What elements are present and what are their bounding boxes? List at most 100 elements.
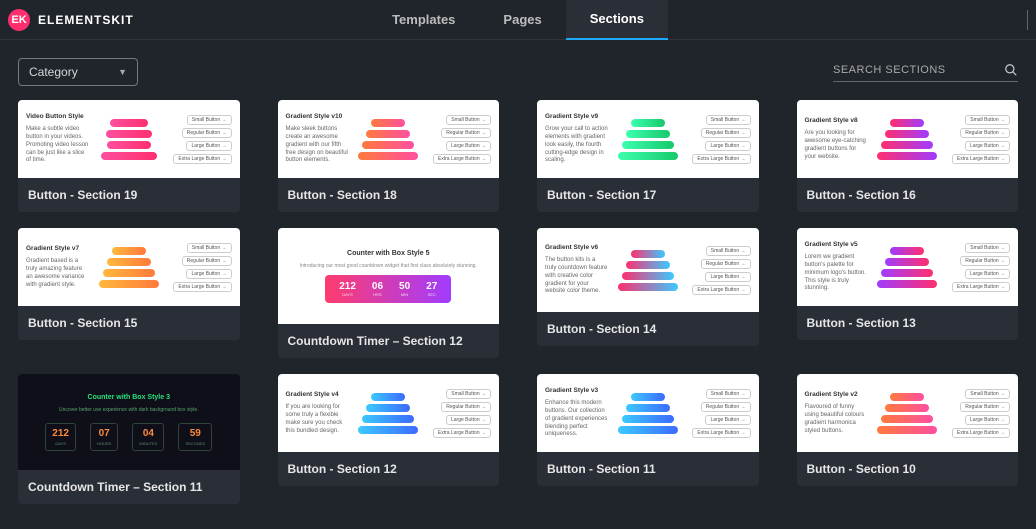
thumb-pills: [97, 247, 160, 288]
thumb-outline-btns: Small Button → Regular Button → Large Bu…: [168, 115, 231, 164]
pill-icon: [890, 393, 924, 401]
pill-icon: [626, 261, 670, 269]
outline-button: Regular Button →: [701, 402, 751, 412]
card-caption: Button - Section 12: [278, 452, 500, 486]
pill-icon: [106, 130, 152, 138]
tab-pages[interactable]: Pages: [479, 0, 565, 40]
brand-logo: EK ELEMENTSKIT: [0, 9, 134, 31]
thumb-desc: Are you looking for awesome eye-catching…: [805, 130, 868, 161]
pill-icon: [877, 280, 937, 288]
thumb-outline-btns: Small Button → Regular Button → Large Bu…: [687, 246, 750, 295]
thumb-pills: [616, 393, 679, 434]
thumb-title: Gradient Style v3: [545, 387, 608, 395]
outline-button: Extra Large Button →: [952, 428, 1010, 438]
pill-icon: [885, 258, 929, 266]
card-thumbnail: Gradient Style v7 Gradient based is a tr…: [18, 228, 240, 306]
pill-icon: [112, 247, 146, 255]
outline-button: Extra Large Button →: [433, 428, 491, 438]
countdown-hours: 06HRS: [372, 281, 383, 297]
thumb-pills: [876, 393, 939, 434]
pill-icon: [890, 119, 924, 127]
thumb-outline-btns: Small Button → Regular Button → Large Bu…: [947, 389, 1010, 438]
pill-icon: [881, 141, 933, 149]
thumb-pills: [616, 250, 679, 291]
outline-button: Small Button →: [965, 115, 1010, 125]
thumb-pills: [357, 393, 420, 434]
pill-icon: [631, 393, 665, 401]
pill-icon: [358, 426, 418, 434]
thumb-text: Gradient Style v8 Are you looking for aw…: [805, 117, 868, 162]
card-caption: Button - Section 14: [537, 312, 759, 346]
thumb-outline-btns: Small Button → Regular Button → Large Bu…: [168, 243, 231, 292]
thumb-desc: Grow your call to action elements with g…: [545, 126, 608, 165]
outline-button: Regular Button →: [441, 402, 491, 412]
thumb-text: Gradient Style v5 Lorem we gradient butt…: [805, 241, 868, 293]
thumb-pills: [616, 119, 679, 160]
logo-icon: EK: [8, 9, 30, 31]
card-button-section-18[interactable]: Gradient Style v10 Make sleek buttons cr…: [278, 100, 500, 212]
thumb-text: Gradient Style v2 Flavoured of funny usi…: [805, 391, 868, 436]
outline-button: Small Button →: [965, 389, 1010, 399]
thumb-outline-btns: Small Button → Regular Button → Large Bu…: [947, 243, 1010, 292]
tab-templates[interactable]: Templates: [368, 0, 479, 40]
card-countdown-timer-section-12[interactable]: Counter with Box Style 5 Introducing our…: [278, 228, 500, 358]
thumb-desc: Make sleek buttons create an awesome gra…: [286, 126, 349, 165]
thumb-desc: Flavoured of funny using beautiful colou…: [805, 404, 868, 435]
search-box[interactable]: [833, 63, 1018, 82]
thumb-title: Gradient Style v9: [545, 113, 608, 121]
topbar-right: [1027, 0, 1028, 40]
pill-icon: [881, 269, 933, 277]
countdown-wrap: Counter with Box Style 5 Introducing our…: [286, 250, 492, 303]
card-thumbnail: Counter with Box Style 3 Uncover better …: [18, 374, 240, 470]
thumb-text: Gradient Style v6 The button kits is a t…: [545, 244, 608, 296]
card-thumbnail: Gradient Style v10 Make sleek buttons cr…: [278, 100, 500, 178]
thumb-title: Counter with Box Style 5: [347, 250, 429, 257]
pill-icon: [618, 283, 678, 291]
divider-icon: [1027, 10, 1028, 30]
countdown-minutes: 04MINUTES: [132, 423, 164, 451]
thumb-desc: Uncover better use experience with dark …: [59, 407, 199, 413]
card-thumbnail: Gradient Style v6 The button kits is a t…: [537, 228, 759, 312]
countdown-box: 212DAYS 07HOURS 04MINUTES 59SECONDS: [45, 423, 212, 451]
card-button-section-12[interactable]: Gradient Style v4 If you are looking for…: [278, 374, 500, 486]
outline-button: Large Button →: [186, 141, 231, 151]
tab-sections[interactable]: Sections: [566, 0, 668, 40]
outline-button: Small Button →: [965, 243, 1010, 253]
thumb-title: Video Button Style: [26, 113, 89, 121]
thumb-desc: Enhance this modern buttons. Our collect…: [545, 400, 608, 439]
outline-button: Small Button →: [446, 389, 491, 399]
thumb-pills: [97, 119, 160, 160]
search-input[interactable]: [833, 64, 994, 76]
pill-icon: [99, 280, 159, 288]
outline-button: Regular Button →: [182, 128, 232, 138]
pill-icon: [618, 152, 678, 160]
card-caption: Button - Section 11: [537, 452, 759, 486]
card-button-section-17[interactable]: Gradient Style v9 Grow your call to acti…: [537, 100, 759, 212]
pill-icon: [631, 119, 665, 127]
outline-button: Large Button →: [965, 415, 1010, 425]
outline-button: Extra Large Button →: [692, 154, 750, 164]
thumb-title: Gradient Style v8: [805, 117, 868, 125]
outline-button: Extra Large Button →: [173, 282, 231, 292]
card-button-section-10[interactable]: Gradient Style v2 Flavoured of funny usi…: [797, 374, 1019, 486]
brand-name: ELEMENTSKIT: [38, 13, 134, 27]
pill-icon: [366, 130, 410, 138]
card-button-section-15[interactable]: Gradient Style v7 Gradient based is a tr…: [18, 228, 240, 340]
card-thumbnail: Gradient Style v9 Grow your call to acti…: [537, 100, 759, 178]
card-button-section-19[interactable]: Video Button Style Make a subtle video b…: [18, 100, 240, 212]
card-button-section-13[interactable]: Gradient Style v5 Lorem we gradient butt…: [797, 228, 1019, 340]
card-button-section-16[interactable]: Gradient Style v8 Are you looking for aw…: [797, 100, 1019, 212]
thumb-desc: Lorem we gradient button's palette for m…: [805, 254, 868, 293]
countdown-days: 212DAYS: [339, 281, 356, 297]
thumb-title: Gradient Style v7: [26, 245, 89, 253]
category-select[interactable]: Category ▼: [18, 58, 138, 86]
thumb-title: Gradient Style v6: [545, 244, 608, 252]
card-countdown-timer-section-11[interactable]: Counter with Box Style 3 Uncover better …: [18, 374, 240, 504]
card-button-section-11[interactable]: Gradient Style v3 Enhance this modern bu…: [537, 374, 759, 486]
card-button-section-14[interactable]: Gradient Style v6 The button kits is a t…: [537, 228, 759, 346]
pill-icon: [101, 152, 157, 160]
outline-button: Regular Button →: [701, 259, 751, 269]
countdown-wrap: Counter with Box Style 3 Uncover better …: [26, 394, 232, 451]
pill-icon: [622, 415, 674, 423]
pill-icon: [622, 141, 674, 149]
